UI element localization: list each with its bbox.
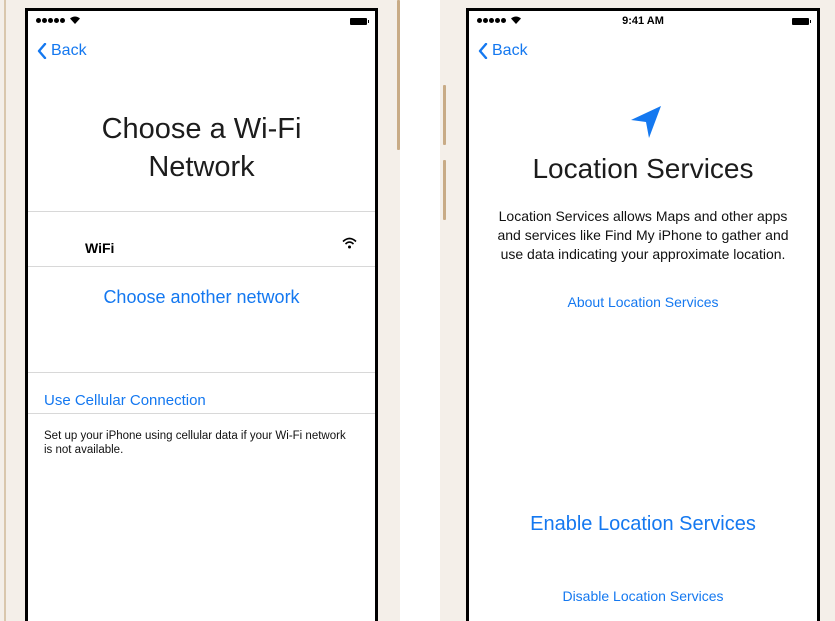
page-title: Choose a Wi-Fi Network: [101, 113, 302, 183]
back-button[interactable]: Back: [478, 42, 528, 60]
divider: [28, 266, 375, 267]
status-time: 9:41 AM: [622, 15, 664, 27]
chevron-left-icon: [478, 43, 488, 59]
back-label: Back: [492, 42, 528, 59]
enable-location-services-button[interactable]: Enable Location Services: [469, 513, 817, 536]
location-description: Location Services allows Maps and other …: [497, 208, 789, 262]
left-phone-side-trim: [397, 0, 400, 150]
back-button[interactable]: Back: [37, 42, 87, 60]
status-bar: 9:41 AM: [477, 14, 811, 30]
choose-another-network-link[interactable]: Choose another network: [28, 287, 375, 308]
divider: [28, 413, 375, 414]
cellular-description: Set up your iPhone using cellular data i…: [44, 430, 346, 456]
network-name: WiFi: [85, 240, 115, 256]
back-label: Back: [51, 42, 87, 59]
signal-strength-icon: [36, 18, 65, 23]
right-phone-side-button: [443, 85, 446, 145]
location-services-screen: 9:41 AM Back Location Services Location …: [466, 8, 820, 621]
use-cellular-connection-link[interactable]: Use Cellular Connection: [44, 392, 206, 409]
left-phone-edge: [4, 0, 6, 621]
status-bar: [36, 14, 369, 30]
wifi-signal-icon: [342, 236, 357, 254]
divider: [28, 372, 375, 373]
battery-icon: [350, 18, 369, 25]
chevron-left-icon: [37, 43, 47, 59]
location-arrow-icon: [629, 104, 663, 145]
battery-icon: [792, 18, 811, 25]
wifi-setup-screen: Back Choose a Wi-Fi Network WiFi Choose …: [25, 8, 378, 621]
divider: [28, 211, 375, 212]
wifi-status-icon: [69, 15, 81, 28]
right-phone-side-button: [443, 160, 446, 220]
page-title: Location Services: [532, 153, 754, 184]
disable-location-services-button[interactable]: Disable Location Services: [469, 588, 817, 604]
about-location-services-link[interactable]: About Location Services: [469, 294, 817, 310]
